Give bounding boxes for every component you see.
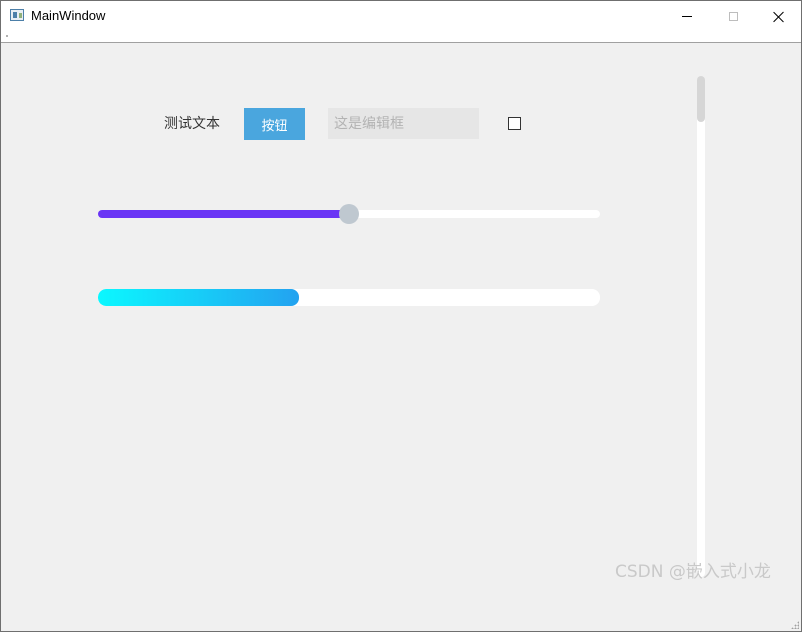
window-app-icon [10,9,24,21]
central-widget: 测试文本 按钮 [1,43,801,631]
title-bar[interactable]: MainWindow [1,1,801,32]
maximize-icon [728,12,738,21]
minimize-button[interactable] [664,1,710,32]
scrollbar-handle[interactable] [697,76,705,122]
horizontal-slider[interactable] [98,203,600,225]
minimize-icon [682,16,692,17]
slider-fill [98,210,349,218]
line-edit-field[interactable] [328,108,479,139]
maximize-button[interactable] [710,1,756,32]
close-icon [773,11,785,23]
menu-separator [6,35,8,37]
test-text-label: 测试文本 [164,116,220,132]
window-title: MainWindow [31,8,106,23]
vertical-scrollbar[interactable] [697,76,705,577]
progress-fill [98,289,299,306]
checkbox-unchecked-icon[interactable] [508,117,521,130]
push-button[interactable]: 按钮 [244,108,305,140]
progress-bar [98,289,600,306]
watermark-text: CSDN @嵌入式小龙 [615,562,771,582]
slider-handle[interactable] [339,204,359,224]
main-window: MainWindow 测试文本 按钮 CSDN @嵌入式小龙 [0,0,802,632]
menu-bar [1,32,801,43]
close-button[interactable] [756,1,802,32]
